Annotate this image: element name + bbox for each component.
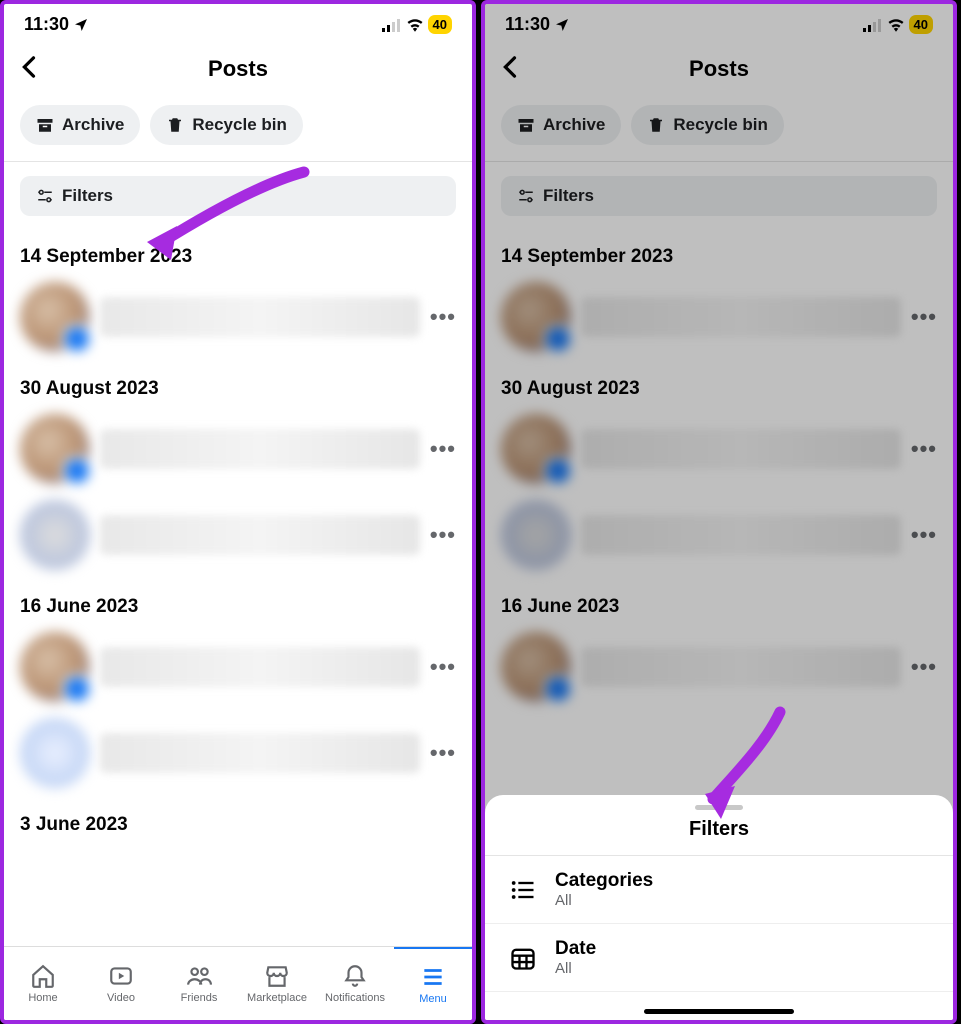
post-row[interactable]: ••• [4, 712, 472, 798]
wifi-icon [406, 18, 424, 32]
page-title: Posts [20, 56, 456, 82]
post-row[interactable]: ••• [4, 626, 472, 712]
more-button[interactable]: ••• [430, 740, 456, 766]
tab-notifications[interactable]: Notifications [316, 947, 394, 1020]
home-icon [30, 963, 56, 989]
sheet-title: Filters [485, 818, 953, 856]
tab-home[interactable]: Home [4, 947, 82, 1020]
post-content-blurred [100, 429, 420, 469]
tab-label: Marketplace [247, 992, 307, 1004]
nav-header: Posts [4, 41, 472, 99]
tab-label: Menu [419, 993, 447, 1005]
phone-screenshot-left: 11:30 40 Posts Archive Recycle bin [0, 0, 476, 1024]
phone-screenshot-right: 11:30 40 Posts Archive Recycle bin [481, 0, 957, 1024]
tab-label: Video [107, 992, 135, 1004]
friends-icon [186, 963, 212, 989]
trash-icon [166, 116, 184, 134]
list-icon [509, 876, 537, 904]
categories-value: All [555, 892, 653, 909]
archive-chip[interactable]: Archive [20, 105, 140, 145]
tab-label: Home [28, 992, 57, 1004]
tab-friends[interactable]: Friends [160, 947, 238, 1020]
filters-label: Filters [62, 186, 113, 206]
date-label: Date [555, 938, 596, 960]
bell-icon [342, 963, 368, 989]
more-button[interactable]: ••• [430, 522, 456, 548]
filters-icon [36, 187, 54, 205]
tab-marketplace[interactable]: Marketplace [238, 947, 316, 1020]
location-icon [73, 17, 89, 33]
avatar [20, 632, 90, 702]
post-row[interactable]: ••• [4, 494, 472, 580]
calendar-icon [509, 944, 537, 972]
date-header: 3 June 2023 [4, 798, 472, 844]
archive-label: Archive [62, 115, 124, 135]
filter-categories-row[interactable]: Categories All [485, 856, 953, 924]
tab-menu[interactable]: Menu [394, 947, 472, 1020]
date-value: All [555, 960, 596, 977]
status-bar: 11:30 40 [4, 4, 472, 41]
avatar [20, 718, 90, 788]
more-button[interactable]: ••• [430, 436, 456, 462]
archive-icon [36, 116, 54, 134]
post-content-blurred [100, 515, 420, 555]
avatar [20, 282, 90, 352]
home-indicator[interactable] [644, 1009, 794, 1014]
more-button[interactable]: ••• [430, 654, 456, 680]
post-content-blurred [100, 647, 420, 687]
recycle-bin-chip[interactable]: Recycle bin [150, 105, 303, 145]
filter-date-row[interactable]: Date All [485, 924, 953, 992]
signal-icon [382, 18, 402, 32]
date-header: 14 September 2023 [4, 230, 472, 276]
date-header: 30 August 2023 [4, 362, 472, 408]
post-row[interactable]: ••• [4, 408, 472, 494]
menu-icon [420, 964, 446, 990]
post-content-blurred [100, 297, 420, 337]
more-button[interactable]: ••• [430, 304, 456, 330]
categories-label: Categories [555, 870, 653, 892]
sheet-drag-handle[interactable] [695, 805, 743, 810]
date-header: 16 June 2023 [4, 580, 472, 626]
tab-video[interactable]: Video [82, 947, 160, 1020]
avatar [20, 414, 90, 484]
status-time: 11:30 [24, 14, 69, 35]
tab-bar: Home Video Friends Marketplace Notificat… [4, 946, 472, 1020]
filters-button[interactable]: Filters [20, 176, 456, 216]
tab-label: Notifications [325, 992, 385, 1004]
video-icon [108, 963, 134, 989]
marketplace-icon [264, 963, 290, 989]
avatar [20, 500, 90, 570]
tab-label: Friends [181, 992, 218, 1004]
filters-bottom-sheet: Filters Categories All Date All [485, 795, 953, 1020]
battery-badge: 40 [428, 15, 452, 34]
post-row[interactable]: ••• [4, 276, 472, 362]
post-content-blurred [100, 733, 420, 773]
recycle-label: Recycle bin [192, 115, 287, 135]
